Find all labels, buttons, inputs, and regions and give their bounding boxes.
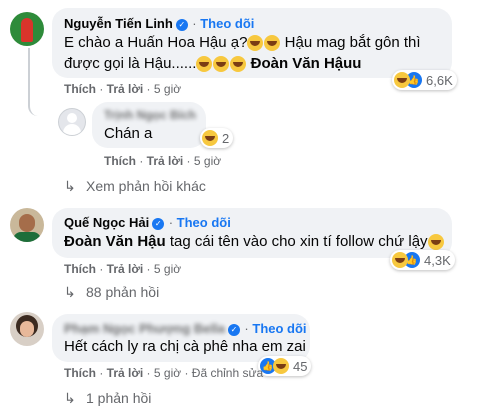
view-replies-link-2[interactable]: ↳ 88 phản hồi bbox=[64, 284, 159, 301]
timestamp[interactable]: 5 giờ bbox=[154, 82, 181, 96]
reaction-count: 2 bbox=[222, 130, 230, 146]
follow-button[interactable]: Theo dõi bbox=[200, 16, 254, 31]
thread-connector bbox=[28, 48, 54, 116]
verified-icon: ✓ bbox=[227, 324, 240, 336]
reply-arrow-icon: ↳ bbox=[64, 284, 76, 300]
view-replies-text: 88 phản hồi bbox=[86, 284, 160, 300]
reaction-count: 6,6K bbox=[426, 72, 453, 88]
follow-button[interactable]: Theo dõi bbox=[252, 321, 306, 336]
avatar-nguyen-tien-linh[interactable] bbox=[10, 12, 44, 46]
verified-icon: ✓ bbox=[152, 218, 165, 230]
separator-dot: · bbox=[168, 215, 177, 230]
laughing-emoji-icon bbox=[213, 56, 230, 73]
comment-line-1b-text: Hậu mag bắt gôn thì bbox=[284, 34, 421, 51]
commenter-name[interactable]: Nguyễn Tiến Linh bbox=[64, 16, 173, 31]
avatar-pham-ngoc-phuong-bella[interactable] bbox=[10, 312, 44, 346]
view-more-replies-text: Xem phản hồi khác bbox=[86, 178, 206, 194]
like-button[interactable]: Thích bbox=[104, 154, 136, 168]
reply-button[interactable]: Trả lời bbox=[107, 366, 144, 380]
avatar-que-ngoc-hai[interactable] bbox=[10, 208, 44, 242]
reply-button[interactable]: Trả lời bbox=[107, 262, 144, 276]
timestamp[interactable]: 5 giờ bbox=[154, 262, 181, 276]
reply-actions-1: Thích · Trả lời · 5 giờ bbox=[104, 154, 222, 168]
avatar-reply-user[interactable] bbox=[58, 108, 86, 136]
reaction-badge-reply[interactable]: 2 bbox=[200, 128, 234, 148]
view-more-replies-link[interactable]: ↳ Xem phản hồi khác bbox=[64, 178, 206, 195]
avatar-figure bbox=[21, 18, 33, 42]
comment-actions-1: Thích · Trả lời · 5 giờ bbox=[64, 82, 182, 96]
commenter-name[interactable]: Quế Ngọc Hải bbox=[64, 215, 149, 230]
reply-arrow-icon: ↳ bbox=[64, 390, 76, 406]
reaction-badge-2[interactable]: 👍 4,3K bbox=[390, 250, 455, 270]
like-button[interactable]: Thích bbox=[64, 262, 96, 276]
like-button[interactable]: Thích bbox=[64, 82, 96, 96]
comment-header-2: Quế Ngọc Hải ✓ · Theo dõi bbox=[64, 214, 231, 232]
reaction-badge-3[interactable]: 👍 45 bbox=[258, 356, 312, 376]
comment-line-1: E chào a Huấn Hoa Hậu ạ? Hậu mag bắt gôn… bbox=[64, 32, 444, 53]
view-replies-text: 1 phản hồi bbox=[86, 390, 152, 406]
comment-text-3: Hết cách ly ra chị cà phê nha em zai bbox=[64, 338, 306, 355]
default-avatar-head-icon bbox=[67, 113, 77, 123]
reply-commenter-name[interactable]: Trịnh Ngọc Bích bbox=[104, 108, 196, 122]
haha-reaction-icon bbox=[202, 130, 218, 146]
commenter-name[interactable]: Phạm Ngọc Phượng Bella bbox=[64, 321, 225, 336]
avatar-shirt bbox=[13, 232, 41, 242]
default-avatar-body-icon bbox=[63, 124, 81, 135]
laughing-emoji-icon bbox=[196, 56, 213, 73]
comment-actions-3: Thích · Trả lời · 5 giờ · Đã chỉnh sửa bbox=[64, 366, 264, 380]
reply-arrow-icon: ↳ bbox=[64, 178, 76, 194]
laughing-emoji-icon bbox=[230, 56, 247, 73]
haha-reaction-icon bbox=[273, 358, 289, 374]
haha-reaction-icon bbox=[394, 72, 410, 88]
comment-line-2: được gọi là Hậu...... Đoàn Văn Hậuu bbox=[64, 53, 444, 74]
reply-text-1: Chán a bbox=[104, 125, 153, 142]
comment-header-1: Nguyễn Tiến Linh ✓ · Theo dõi bbox=[64, 15, 254, 33]
avatar-face bbox=[20, 321, 34, 337]
edited-label[interactable]: Đã chỉnh sửa bbox=[192, 366, 263, 380]
reaction-count: 4,3K bbox=[424, 252, 451, 268]
view-replies-link-3[interactable]: ↳ 1 phản hồi bbox=[64, 390, 151, 407]
reply-button[interactable]: Trả lời bbox=[107, 82, 144, 96]
comment-2-text: tag cái tên vào cho xin tí follow chứ lậ… bbox=[169, 233, 428, 250]
laughing-emoji-icon bbox=[247, 35, 264, 52]
comment-text-2: Đoàn Văn Hậu tag cái tên vào cho xin tí … bbox=[64, 231, 444, 252]
follow-button[interactable]: Theo dõi bbox=[177, 215, 231, 230]
reaction-badge-1[interactable]: 👍 6,6K bbox=[392, 70, 457, 90]
laughing-emoji-icon bbox=[427, 234, 444, 251]
comment-line-1-text: E chào a Huấn Hoa Hậu ạ? bbox=[64, 34, 248, 51]
comment-text-1: E chào a Huấn Hoa Hậu ạ? Hậu mag bắt gôn… bbox=[64, 32, 444, 74]
reply-button[interactable]: Trả lời bbox=[147, 154, 184, 168]
comment-actions-2: Thích · Trả lời · 5 giờ bbox=[64, 262, 182, 276]
tag-link[interactable]: Đoàn Văn Hậu bbox=[64, 233, 166, 250]
tag-link[interactable]: Đoàn Văn Hậuu bbox=[251, 55, 362, 72]
timestamp[interactable]: 5 giờ bbox=[154, 366, 181, 380]
verified-icon: ✓ bbox=[175, 19, 188, 31]
like-button[interactable]: Thích bbox=[64, 366, 96, 380]
haha-reaction-icon bbox=[392, 252, 408, 268]
avatar-face bbox=[19, 214, 35, 232]
comment-line-2-text: được gọi là Hậu...... bbox=[64, 55, 197, 72]
reaction-count: 45 bbox=[293, 358, 308, 374]
laughing-emoji-icon bbox=[264, 35, 281, 52]
timestamp[interactable]: 5 giờ bbox=[194, 154, 221, 168]
